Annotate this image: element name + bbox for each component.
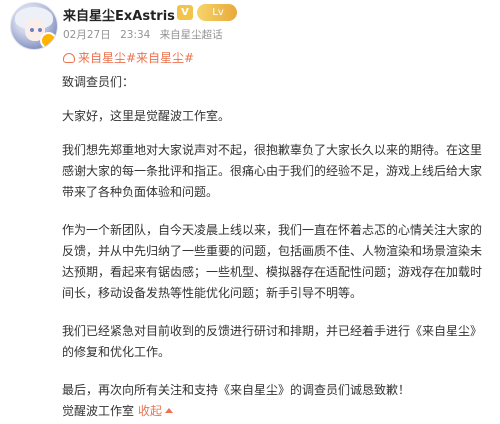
author-avatar[interactable]: [10, 2, 58, 50]
post-paragraph: 大家好，这里是觉醒波工作室。: [62, 109, 231, 123]
post-paragraph: 最后，再次向所有关注和支持《来自星尘》的调查员们诚恳致歉！: [62, 383, 411, 397]
post-time[interactable]: 23:34: [120, 29, 150, 41]
avatar-eye: [38, 28, 42, 32]
topic-link[interactable]: 来自星尘#来自星尘#: [63, 49, 194, 66]
post-date[interactable]: 02月27日: [63, 29, 111, 41]
topic-icon: [63, 53, 75, 63]
post-greeting: 致调查员们：: [62, 75, 135, 89]
author-name[interactable]: 来自星尘ExAstris: [63, 5, 175, 24]
post-paragraph: 作为一个新团队，自今天凌晨上线以来，我们一直在怀着忐忑的心情关注大家的反馈，并从…: [62, 223, 483, 300]
topic-label[interactable]: 来自星尘#来自星尘#: [78, 51, 194, 65]
post-paragraph: 我们想先郑重地对大家说声对不起，很抱歉辜负了大家长久以来的期待。在这里感谢大家的…: [62, 143, 483, 199]
level-badge-icon: Lv: [197, 4, 237, 21]
post-signature: 觉醒波工作室 收起: [62, 402, 174, 419]
collapse-link[interactable]: 收起: [138, 404, 174, 418]
post-paragraph: 我们已经紧急对目前收到的反馈进行研讨和排期，并已经着手进行《来自星尘》的修复和优…: [62, 324, 483, 359]
post-source[interactable]: 来自星尘超话: [160, 29, 223, 41]
post-content: 致调查员们： 大家好，这里是觉醒波工作室。 我们想先郑重地对大家说声对不起，很抱…: [62, 72, 482, 401]
chevron-up-icon: [165, 408, 174, 413]
vip-badge-icon: V: [177, 5, 193, 20]
avatar-eye: [30, 28, 34, 32]
weibo-post: 来自星尘ExAstris V Lv 02月27日 23:34 来自星尘超话 来自…: [0, 0, 500, 424]
verified-badge-icon: [40, 32, 57, 49]
post-meta: 02月27日 23:34 来自星尘超话: [63, 27, 229, 42]
signature-text: 觉醒波工作室: [62, 404, 135, 418]
